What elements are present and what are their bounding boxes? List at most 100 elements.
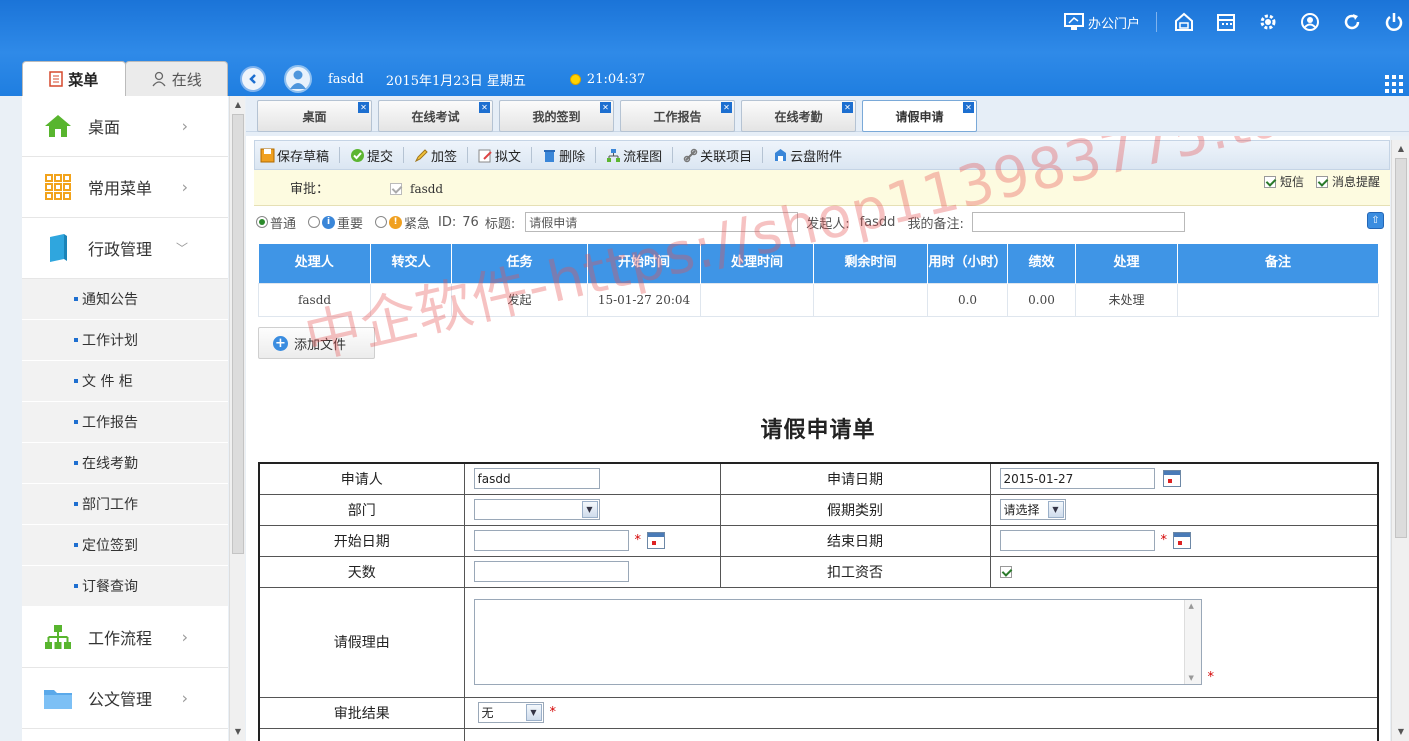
refresh-icon[interactable] — [1339, 9, 1365, 35]
remark-label: 我的备注: — [907, 216, 964, 232]
start-date-input[interactable] — [473, 530, 629, 551]
dept-select[interactable]: ▼ — [473, 499, 600, 520]
sidebar-item-admin[interactable]: 行政管理 ﹀ — [22, 218, 228, 279]
submit-button[interactable]: 提交 — [350, 146, 403, 165]
user-circle-icon[interactable] — [1297, 9, 1323, 35]
sidebar: 桌面 › 常用菜单 › 行政管理 ﹀ 通知公告 工作计划 文 件 柜 工作报告 … — [22, 96, 228, 741]
calendar-icon[interactable] — [647, 532, 665, 549]
chevron-right-icon: › — [181, 177, 188, 197]
sidebar-item-workflow[interactable]: 工作流程 › — [22, 607, 228, 668]
chevron-right-icon: › — [181, 116, 188, 136]
sidebar-subitem-dept[interactable]: 部门工作 — [22, 484, 228, 525]
applicant-input[interactable] — [473, 468, 600, 490]
sms-checkbox[interactable] — [1263, 175, 1276, 188]
calendar-icon[interactable] — [1162, 470, 1181, 488]
draft-button[interactable]: 拟文 — [478, 146, 531, 165]
close-icon[interactable]: ✕ — [600, 102, 611, 113]
tab-desktop[interactable]: 桌面 ✕ — [257, 100, 372, 132]
sidebar-subitem-meal[interactable]: 订餐查询 — [22, 566, 228, 607]
chevron-down-icon: ﹀ — [175, 241, 188, 256]
tab-label: 工作报告 — [653, 109, 702, 124]
gear-icon[interactable] — [1255, 9, 1281, 35]
power-icon[interactable] — [1381, 9, 1407, 35]
sidebar-item-desktop[interactable]: 桌面 › — [22, 96, 228, 157]
form-row: 申请人 申请日期 — [258, 462, 1379, 495]
cloud-attachment-button[interactable]: 云盘附件 — [773, 146, 852, 165]
sidebar-subitem-attendance[interactable]: 在线考勤 — [22, 443, 228, 484]
approver-name: fasdd — [410, 182, 444, 196]
database-icon[interactable] — [1171, 9, 1197, 35]
tab-attendance[interactable]: 在线考勤 ✕ — [741, 100, 856, 132]
toolbar-divider — [339, 147, 341, 163]
deduct-checkbox[interactable] — [999, 565, 1012, 578]
calendar-icon[interactable] — [1213, 9, 1239, 35]
sidebar-subitem-cabinet[interactable]: 文 件 柜 — [22, 361, 228, 402]
cell-handler: fasdd — [258, 282, 371, 317]
related-project-button[interactable]: 关联项目 — [683, 146, 762, 165]
delete-button[interactable]: 删除 — [542, 146, 595, 165]
sidebar-item-documents[interactable]: 公文管理 › — [22, 668, 228, 729]
tab-exam[interactable]: 在线考试 ✕ — [378, 100, 493, 132]
collapse-icon[interactable]: ⇧ — [1367, 212, 1384, 229]
tab-menu[interactable]: 菜单 — [22, 61, 126, 96]
close-icon[interactable]: ✕ — [358, 102, 369, 113]
apply-date-input[interactable] — [999, 468, 1155, 490]
priority-important-radio[interactable] — [308, 216, 321, 228]
check-circle-icon — [351, 148, 365, 162]
tab-report[interactable]: 工作报告 ✕ — [620, 100, 735, 132]
days-input[interactable] — [473, 561, 629, 582]
chevron-right-icon: › — [181, 627, 188, 647]
content-scrollbar[interactable]: ▲ ▼ — [1391, 140, 1409, 741]
leave-type-select[interactable]: 请选择 ▼ — [999, 499, 1066, 520]
sidebar-item-favorites[interactable]: 常用菜单 › — [22, 157, 228, 218]
calendar-icon[interactable] — [1173, 532, 1191, 549]
textarea-scrollbar[interactable] — [1183, 600, 1201, 684]
title-input[interactable] — [525, 212, 799, 232]
result-select[interactable]: 无 ▼ — [477, 702, 544, 723]
close-icon[interactable]: ✕ — [842, 102, 853, 113]
menu-doc-icon — [49, 71, 63, 87]
sidebar-subitem-label: 通知公告 — [82, 292, 138, 308]
collapse-sidebar-button[interactable] — [240, 66, 266, 92]
msg-remind-checkbox[interactable] — [1315, 175, 1328, 188]
scrollbar-thumb[interactable] — [1395, 158, 1407, 538]
sidebar-scrollbar[interactable]: ▲ ▼ — [229, 96, 245, 741]
portal-link[interactable]: 办公门户 — [1063, 13, 1140, 32]
close-icon[interactable]: ✕ — [721, 102, 732, 113]
scroll-down-icon[interactable]: ▼ — [1394, 725, 1408, 739]
scroll-down-icon[interactable]: ▼ — [231, 725, 245, 739]
scroll-up-icon[interactable]: ▲ — [231, 98, 245, 112]
sidebar-subitem-checkin[interactable]: 定位签到 — [22, 525, 228, 566]
bullet-icon — [74, 461, 78, 465]
save-draft-button[interactable]: 保存草稿 — [260, 146, 339, 165]
bullet-icon — [74, 584, 78, 588]
avatar[interactable] — [284, 65, 312, 93]
apps-grid-icon[interactable] — [1385, 75, 1403, 93]
remark-input[interactable] — [971, 212, 1185, 232]
priority-normal-radio[interactable] — [256, 216, 268, 228]
result-cell: 无 ▼ * — [463, 696, 1379, 729]
plus-icon: + — [273, 335, 288, 351]
flowchart-button[interactable]: 流程图 — [606, 146, 672, 165]
sidebar-subitem-report[interactable]: 工作报告 — [22, 402, 228, 443]
end-date-cell: * — [989, 524, 1379, 557]
sidebar-subitem-notice[interactable]: 通知公告 — [22, 279, 228, 320]
tab-signin[interactable]: 我的签到 ✕ — [499, 100, 614, 132]
sidebar-subitem-plan[interactable]: 工作计划 — [22, 320, 228, 361]
sidebar-item-label: 桌面 — [88, 118, 121, 137]
scrollbar-thumb[interactable] — [232, 114, 244, 554]
priority-urgent-radio[interactable] — [375, 216, 388, 228]
close-icon[interactable]: ✕ — [963, 102, 974, 113]
close-icon[interactable]: ✕ — [479, 102, 490, 113]
add-file-button[interactable]: + 添加文件 — [258, 327, 375, 359]
tab-leave-request[interactable]: 请假申请 ✕ — [862, 100, 977, 132]
result-value: 无 — [481, 706, 494, 720]
approver-checkbox[interactable] — [390, 183, 402, 195]
cell-task: 发起 — [451, 282, 588, 317]
scroll-up-icon[interactable]: ▲ — [1394, 142, 1408, 156]
reason-textarea[interactable] — [473, 599, 1202, 685]
sidebar-tabs: 菜单 在线 — [22, 61, 228, 96]
add-sign-button[interactable]: 加签 — [414, 146, 467, 165]
end-date-input[interactable] — [999, 530, 1155, 551]
tab-online[interactable]: 在线 — [124, 61, 228, 96]
